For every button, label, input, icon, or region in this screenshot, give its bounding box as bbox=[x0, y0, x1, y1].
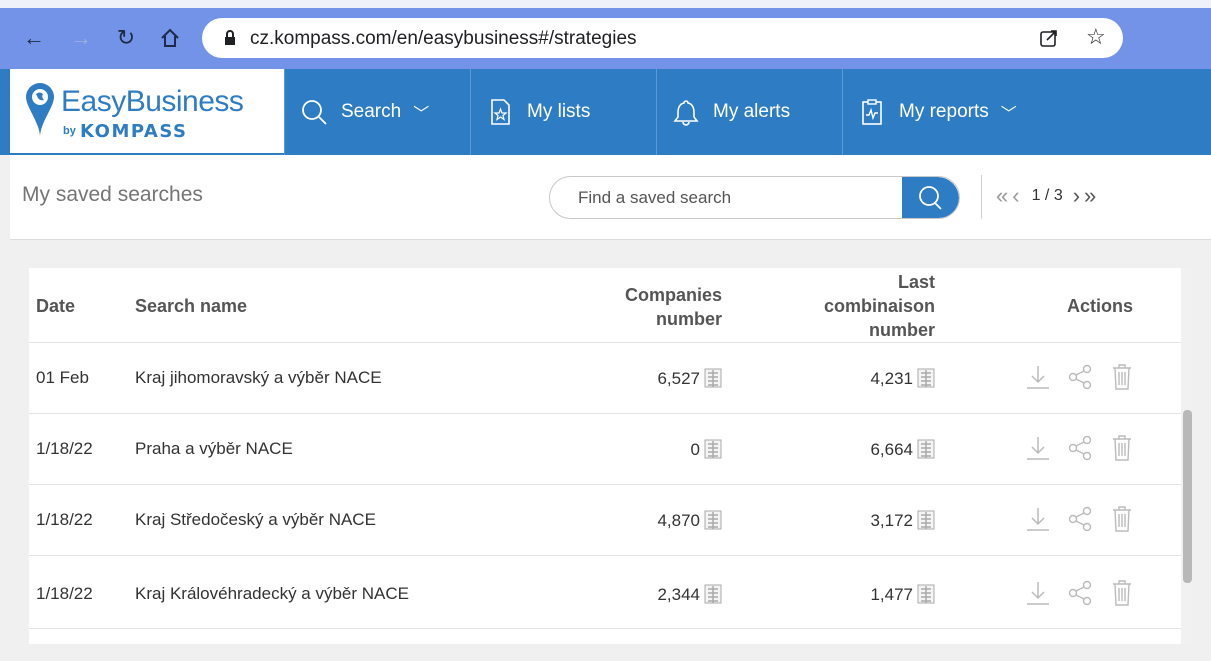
row-date: 1/18/22 bbox=[36, 584, 93, 603]
row-date: 1/18/22 bbox=[36, 439, 93, 458]
last-value: 6,664 bbox=[870, 440, 913, 459]
trash-icon[interactable] bbox=[1109, 363, 1135, 391]
building-icon[interactable] bbox=[704, 584, 722, 604]
row-companies-number: 0 bbox=[589, 439, 722, 460]
url-text[interactable]: cz.kompass.com/en/easybusiness#/strategi… bbox=[250, 28, 637, 50]
first-page-icon[interactable]: « bbox=[996, 183, 1008, 209]
menu-search[interactable]: Search ﹀ bbox=[284, 69, 470, 155]
row-date: 01 Feb bbox=[36, 368, 89, 387]
tab-strip bbox=[0, 0, 1211, 8]
home-button[interactable] bbox=[156, 24, 184, 52]
divider bbox=[981, 175, 982, 219]
menu-search-label: Search bbox=[341, 101, 402, 122]
download-icon[interactable] bbox=[1025, 434, 1051, 462]
bookmark-star-icon[interactable]: ☆ bbox=[1086, 24, 1106, 50]
companies-value: 0 bbox=[690, 440, 700, 459]
page-indicator: 1 / 3 bbox=[1031, 187, 1063, 204]
table-row[interactable]: 01 Feb Kraj jihomoravský a výběr NACE 6,… bbox=[29, 342, 1181, 413]
trash-icon[interactable] bbox=[1109, 434, 1135, 462]
chevron-down-icon: ﹀ bbox=[1000, 106, 1017, 123]
logo-name: EasyBusiness bbox=[61, 85, 244, 118]
building-icon[interactable] bbox=[704, 439, 722, 459]
last-value: 4,231 bbox=[870, 369, 913, 388]
scrollbar-thumb[interactable] bbox=[1183, 410, 1192, 583]
row-last-combinaison-number: 4,231 bbox=[802, 368, 935, 389]
globe-pin-icon bbox=[26, 83, 54, 137]
last-value: 1,477 bbox=[870, 585, 913, 604]
page-title: My saved searches bbox=[22, 183, 203, 206]
last-value: 3,172 bbox=[870, 511, 913, 530]
share-icon[interactable] bbox=[1067, 434, 1093, 462]
search-button[interactable] bbox=[902, 177, 959, 218]
download-icon[interactable] bbox=[1025, 579, 1051, 607]
download-icon[interactable] bbox=[1025, 363, 1051, 391]
menu-my-reports[interactable]: My reports ﹀ bbox=[842, 69, 1211, 155]
menu-my-reports-label: My reports bbox=[899, 101, 989, 122]
row-search-name[interactable]: Kraj Středočeský a výběr NACE bbox=[135, 510, 376, 530]
companies-value: 6,527 bbox=[657, 369, 700, 388]
row-search-name[interactable]: Kraj jihomoravský a výběr NACE bbox=[135, 368, 382, 388]
building-icon[interactable] bbox=[704, 510, 722, 530]
share-page-icon[interactable] bbox=[1038, 27, 1060, 49]
report-icon bbox=[862, 99, 882, 125]
row-last-combinaison-number: 1,477 bbox=[802, 584, 935, 605]
bell-icon bbox=[673, 100, 699, 126]
logo-by: by bbox=[63, 125, 76, 137]
download-icon[interactable] bbox=[1025, 505, 1051, 533]
header-companies-number: Companies number bbox=[624, 285, 722, 329]
reload-button[interactable]: ↻ bbox=[112, 24, 140, 52]
saved-searches-toolbar: My saved searches « ‹ 1 / 3 › » bbox=[10, 155, 1211, 240]
building-icon[interactable] bbox=[917, 368, 935, 388]
address-bar[interactable]: cz.kompass.com/en/easybusiness#/strategi… bbox=[202, 18, 1123, 58]
companies-value: 4,870 bbox=[657, 511, 700, 530]
menu-my-lists-label: My lists bbox=[527, 101, 591, 122]
table-row[interactable]: 1/18/22 Kraj Královéhradecký a výběr NAC… bbox=[29, 555, 1181, 629]
saved-searches-table: Date Search name Companies number Last c… bbox=[29, 268, 1193, 644]
search-icon bbox=[302, 100, 327, 125]
row-last-combinaison-number: 6,664 bbox=[802, 439, 935, 460]
table-row[interactable]: 1/18/22 Praha a výběr NACE 0 6,664 bbox=[29, 413, 1181, 484]
search-icon bbox=[919, 186, 942, 210]
list-star-icon bbox=[491, 99, 510, 125]
companies-value: 2,344 bbox=[657, 585, 700, 604]
menu-my-alerts-label: My alerts bbox=[713, 101, 791, 122]
saved-search-box bbox=[549, 176, 960, 219]
next-page-icon[interactable]: › bbox=[1073, 183, 1080, 209]
forward-button[interactable]: → bbox=[67, 24, 95, 52]
building-icon[interactable] bbox=[917, 510, 935, 530]
header-date: Date bbox=[36, 296, 76, 316]
row-companies-number: 4,870 bbox=[589, 510, 722, 531]
chevron-down-icon: ﹀ bbox=[413, 106, 430, 123]
menu-my-alerts[interactable]: My alerts bbox=[656, 69, 842, 155]
table-row[interactable]: 1/18/22 Kraj Středočeský a výběr NACE 4,… bbox=[29, 484, 1181, 555]
header-search-name: Search name bbox=[135, 296, 248, 316]
menu-my-lists[interactable]: My lists bbox=[470, 69, 656, 155]
header-actions: Actions bbox=[1067, 296, 1134, 316]
last-page-icon[interactable]: » bbox=[1084, 183, 1096, 209]
trash-icon[interactable] bbox=[1109, 579, 1135, 607]
logo[interactable]: EasyBusiness by KOMPASS bbox=[10, 69, 284, 154]
logo-brand: KOMPASS bbox=[80, 121, 188, 142]
row-companies-number: 2,344 bbox=[589, 584, 722, 605]
row-last-combinaison-number: 3,172 bbox=[802, 510, 935, 531]
share-icon[interactable] bbox=[1067, 579, 1093, 607]
row-companies-number: 6,527 bbox=[589, 368, 722, 389]
building-icon[interactable] bbox=[917, 584, 935, 604]
row-date: 1/18/22 bbox=[36, 510, 93, 529]
back-button[interactable]: ← bbox=[20, 24, 48, 52]
pagination: « ‹ 1 / 3 › » bbox=[996, 181, 1100, 211]
building-icon[interactable] bbox=[704, 368, 722, 388]
trash-icon[interactable] bbox=[1109, 505, 1135, 533]
row-search-name[interactable]: Kraj Královéhradecký a výběr NACE bbox=[135, 584, 409, 604]
browser-toolbar: ← → ↻ cz.kompass.com/en/easybusiness#/st… bbox=[0, 0, 1211, 69]
lock-icon bbox=[225, 30, 235, 45]
share-icon[interactable] bbox=[1067, 505, 1093, 533]
row-search-name[interactable]: Praha a výběr NACE bbox=[135, 439, 293, 459]
previous-page-icon[interactable]: ‹ bbox=[1012, 183, 1019, 209]
share-icon[interactable] bbox=[1067, 363, 1093, 391]
home-icon bbox=[161, 28, 179, 47]
building-icon[interactable] bbox=[917, 439, 935, 459]
saved-search-input[interactable] bbox=[578, 186, 898, 210]
header-last-combinaison-number: Last combinaison number bbox=[823, 272, 935, 340]
